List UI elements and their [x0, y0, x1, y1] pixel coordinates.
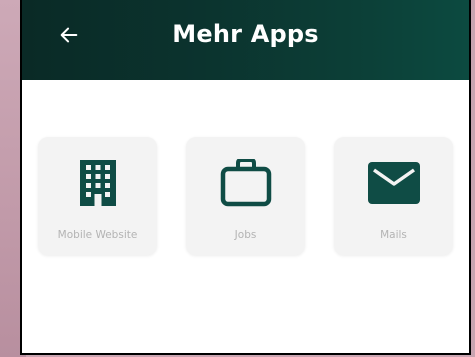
app-tile-mails[interactable]: Mails — [334, 137, 453, 255]
app-label: Mails — [380, 229, 407, 241]
app-bar: Mehr Apps — [22, 0, 469, 80]
envelope-icon — [367, 162, 420, 204]
app-label: Jobs — [234, 229, 257, 241]
app-label: Mobile Website — [57, 229, 138, 241]
briefcase-icon — [220, 159, 271, 207]
app-tile-jobs[interactable]: Jobs — [186, 137, 305, 255]
page-title: Mehr Apps — [172, 20, 319, 48]
app-screen: Mehr Apps Mobile Website Jobs Mails — [20, 0, 471, 355]
building-icon — [79, 160, 116, 206]
apps-grid: Mobile Website Jobs Mails — [38, 137, 458, 257]
app-tile-mobile-website[interactable]: Mobile Website — [38, 137, 157, 255]
